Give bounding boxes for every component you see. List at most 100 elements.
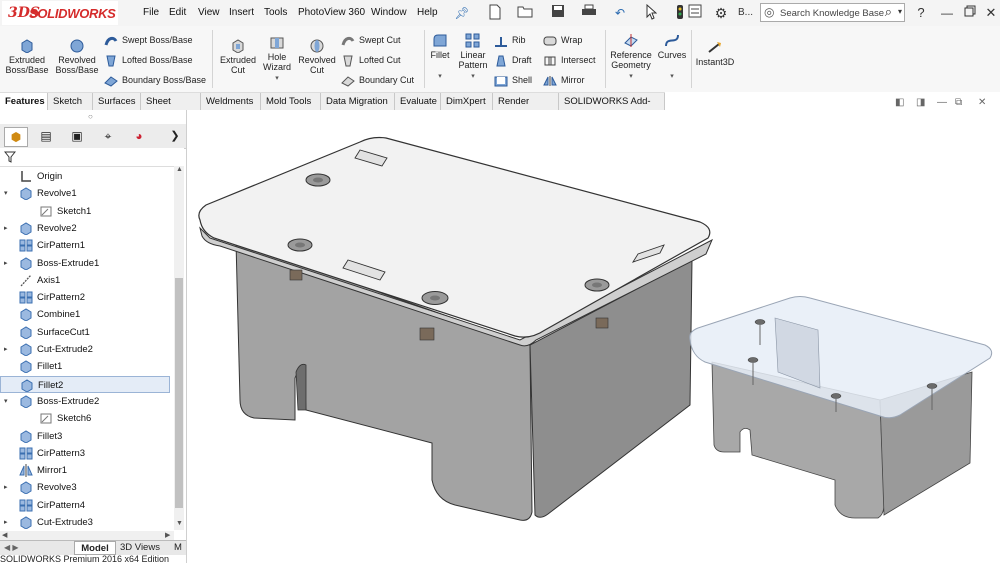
close-icon[interactable]: ✕ — [982, 4, 1000, 22]
tree-item-cirpattern3[interactable]: CirPattern3 — [0, 445, 170, 462]
collapse-arrow-icon[interactable]: ▾ — [4, 393, 8, 410]
scroll-left-icon[interactable]: ◀ — [2, 531, 7, 539]
menu-edit[interactable]: Edit — [169, 7, 186, 18]
tab-dimxpert[interactable]: DimXpert — [441, 93, 493, 110]
chevron-down-icon[interactable]: ▾ — [898, 7, 902, 16]
chevron-down-icon[interactable]: ▾ — [438, 73, 442, 80]
chevron-down-icon[interactable]: ▾ — [275, 75, 279, 82]
swept-boss-button[interactable]: Swept Boss/Base — [104, 33, 193, 47]
instant3d-button[interactable]: Instant3D — [694, 40, 736, 67]
tree-scrollbar[interactable]: ▲ ▼ — [174, 166, 184, 530]
tab-sheet-metal[interactable]: Sheet Metal — [141, 93, 201, 124]
boundary-boss-button[interactable]: Boundary Boss/Base — [104, 73, 206, 87]
open-folder-icon[interactable] — [516, 4, 534, 22]
tree-item-axis1[interactable]: Axis1 — [0, 272, 170, 289]
viewport-minimize-icon[interactable]: — — [937, 97, 947, 108]
display-manager-tab-icon[interactable]: ◕ — [128, 127, 150, 145]
lofted-cut-button[interactable]: Lofted Cut — [341, 53, 401, 67]
tab-surfaces[interactable]: Surfaces — [93, 93, 141, 110]
scroll-up-icon[interactable]: ▲ — [176, 166, 183, 173]
tab-evaluate[interactable]: Evaluate — [395, 93, 441, 110]
configuration-manager-tab-icon[interactable]: ▣ — [66, 127, 88, 145]
revolved-boss-button[interactable]: Revolved Boss/Base — [53, 38, 101, 75]
options-gear-icon[interactable]: ⚙ — [712, 4, 730, 22]
expand-arrow-icon[interactable]: ▸ — [4, 341, 8, 358]
tree-item-origin[interactable]: Origin — [0, 168, 170, 185]
tab-nav-arrows-icon[interactable]: ◀ ▶ — [4, 541, 19, 555]
tree-item-fillet1[interactable]: Fillet1 — [0, 358, 170, 375]
lofted-boss-button[interactable]: Lofted Boss/Base — [104, 53, 193, 67]
horizontal-scrollbar[interactable]: ◀ ▶ — [0, 531, 174, 540]
scrollbar-thumb[interactable] — [175, 278, 183, 508]
menu-photoview[interactable]: PhotoView 360 — [298, 7, 365, 18]
tree-item-cirpattern4[interactable]: CirPattern4 — [0, 497, 170, 514]
menu-insert[interactable]: Insert — [229, 7, 254, 18]
chevron-down-icon[interactable]: ▾ — [629, 73, 633, 80]
tree-item-revolve2[interactable]: ▸ Revolve2 — [0, 220, 170, 237]
property-manager-tab-icon[interactable]: ▤ — [35, 127, 57, 145]
tree-item-combine1[interactable]: Combine1 — [0, 306, 170, 323]
feature-manager-tab-icon[interactable]: ⬢ — [4, 127, 28, 147]
expand-arrow-icon[interactable]: ▸ — [4, 479, 8, 496]
fillet-button[interactable]: Fillet ▾ — [428, 33, 452, 82]
main-enclosure-model[interactable] — [198, 136, 714, 521]
expand-arrow-icon[interactable]: ▸ — [4, 514, 8, 531]
tab-data-migration[interactable]: Data Migration — [321, 93, 395, 110]
file-properties-icon[interactable] — [686, 4, 704, 22]
extruded-boss-button[interactable]: Extruded Boss/Base — [4, 38, 50, 75]
rib-button[interactable]: Rib — [494, 33, 526, 47]
mirror-button[interactable]: Mirror — [543, 73, 585, 87]
boundary-cut-button[interactable]: Boundary Cut — [341, 73, 414, 87]
chevron-right-icon[interactable]: ❯ — [164, 127, 186, 145]
truncated-menu-label[interactable]: B... — [738, 4, 753, 22]
tab-solidworks-add-ins[interactable]: SOLIDWORKS Add-Ins — [559, 93, 665, 124]
draft-button[interactable]: Draft — [494, 53, 532, 67]
collapse-arrow-icon[interactable]: ▾ — [4, 185, 8, 202]
tab-3d-views[interactable]: 3D Views — [120, 541, 160, 555]
menu-tools[interactable]: Tools — [264, 7, 287, 18]
linear-pattern-button[interactable]: Linear Pattern ▾ — [454, 33, 492, 82]
tree-item-boss-extrude1[interactable]: ▸ Boss-Extrude1 — [0, 255, 170, 272]
print-icon[interactable] — [580, 4, 598, 22]
revolved-cut-button[interactable]: Revolved Cut — [296, 38, 338, 75]
scroll-down-icon[interactable]: ▼ — [176, 520, 183, 527]
chevron-down-icon[interactable]: ▾ — [471, 73, 475, 80]
viewport-restore-icon[interactable]: ⧉ — [955, 97, 962, 108]
tab-weldments[interactable]: Weldments — [201, 93, 261, 110]
tab-motion-study[interactable]: M — [174, 541, 182, 555]
menu-view[interactable]: View — [198, 7, 220, 18]
tree-item-cut-extrude2[interactable]: ▸ Cut-Extrude2 — [0, 341, 170, 358]
solidworks-logo[interactable]: 3DS SOLIDWORKS — [2, 1, 118, 25]
select-arrow-icon[interactable] — [642, 3, 660, 22]
intersect-button[interactable]: Intersect — [543, 53, 596, 67]
menu-help[interactable]: Help — [417, 7, 438, 18]
tree-filter[interactable] — [0, 148, 184, 167]
expand-arrow-icon[interactable]: ▸ — [4, 220, 8, 237]
viewport-previous-icon[interactable]: ◧ — [895, 97, 904, 108]
search-icon[interactable]: ⌕ — [885, 4, 892, 20]
minimize-icon[interactable]: — — [938, 4, 956, 22]
tab-mold-tools[interactable]: Mold Tools — [261, 93, 321, 110]
help-icon[interactable]: ? — [912, 4, 930, 22]
tree-item-cirpattern2[interactable]: CirPattern2 — [0, 289, 170, 306]
tree-item-boss-extrude2[interactable]: ▾ Boss-Extrude2 — [0, 393, 170, 410]
save-icon[interactable] — [549, 4, 567, 22]
wrap-button[interactable]: Wrap — [543, 33, 582, 47]
swept-cut-button[interactable]: Swept Cut — [341, 33, 401, 47]
tree-item-mirror1[interactable]: Mirror1 — [0, 462, 170, 479]
shell-button[interactable]: Shell — [494, 73, 532, 87]
menu-window[interactable]: Window — [371, 7, 407, 18]
menu-file[interactable]: File — [143, 7, 159, 18]
transparent-lid-enclosure-model[interactable] — [689, 296, 993, 519]
search-scope-icon[interactable]: ◎ — [764, 5, 774, 19]
tree-item-fillet2[interactable]: Fillet2 — [0, 375, 170, 393]
graphics-area[interactable] — [187, 110, 1000, 563]
tree-item-fillet3[interactable]: Fillet3 — [0, 428, 170, 445]
tab-model[interactable]: Model — [74, 541, 116, 555]
restore-icon[interactable] — [961, 4, 979, 22]
tab-render-tools[interactable]: Render Tools — [493, 93, 559, 124]
tree-item-revolve1[interactable]: ▾ Revolve1 — [0, 185, 170, 202]
extruded-cut-button[interactable]: Extruded Cut — [217, 38, 259, 75]
tab-features[interactable]: Features — [0, 93, 48, 110]
tree-item-surfacecut1[interactable]: SurfaceCut1 — [0, 324, 170, 341]
